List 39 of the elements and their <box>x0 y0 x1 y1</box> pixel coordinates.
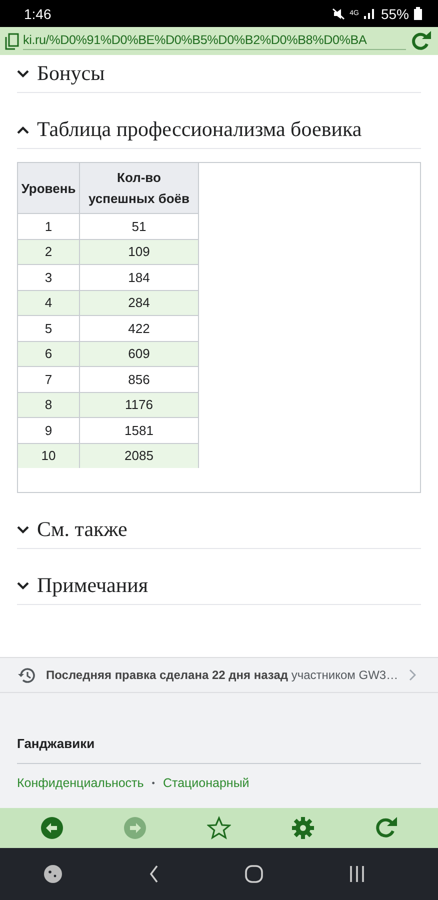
table-cell: 8 <box>18 392 80 418</box>
section-heading[interactable]: Бонусы <box>37 61 105 86</box>
history-icon <box>17 666 36 684</box>
separator-dot: • <box>152 778 155 788</box>
collapse-chevron-icon[interactable] <box>17 126 29 134</box>
back-icon[interactable] <box>149 865 159 883</box>
star-icon[interactable] <box>206 816 231 840</box>
reload-icon[interactable] <box>410 31 432 51</box>
table-cell: 1176 <box>80 392 198 418</box>
settings-icon[interactable] <box>290 816 315 840</box>
footer-link[interactable]: Конфиденциальность <box>17 776 144 790</box>
table-cell: 2085 <box>80 443 198 468</box>
signal-icon <box>364 8 376 19</box>
expand-chevron-icon[interactable] <box>17 70 29 78</box>
table-cell: 6 <box>18 341 80 366</box>
column-header: Уровень <box>18 163 80 214</box>
copy-icon[interactable] <box>5 32 19 50</box>
battery-level: 55% <box>380 6 409 22</box>
mute-icon <box>332 8 345 20</box>
expand-chevron-icon[interactable] <box>17 582 29 590</box>
section-heading[interactable]: См. также <box>37 517 128 542</box>
game-icon[interactable] <box>43 864 63 884</box>
column-header: Кол-во успешных боёв <box>80 163 198 214</box>
clock: 1:46 <box>24 6 52 22</box>
table-cell: 609 <box>80 341 198 366</box>
table-cell: 284 <box>80 290 198 316</box>
section-heading[interactable]: Таблица профессионализма боевика <box>37 117 362 142</box>
table-cell: 109 <box>80 239 198 264</box>
site-name: Ганджавики <box>17 736 421 764</box>
reload-icon[interactable] <box>374 816 398 840</box>
table-cell: 10 <box>18 443 80 468</box>
table-cell: 4 <box>18 290 80 316</box>
table-cell: 2 <box>18 239 80 264</box>
home-icon[interactable] <box>245 865 263 883</box>
expand-chevron-icon[interactable] <box>17 526 29 534</box>
battery-icon <box>414 7 422 20</box>
section-heading[interactable]: Примечания <box>37 573 148 598</box>
footer-link[interactable]: Стационарный <box>162 776 250 790</box>
recents-icon[interactable] <box>349 866 365 882</box>
